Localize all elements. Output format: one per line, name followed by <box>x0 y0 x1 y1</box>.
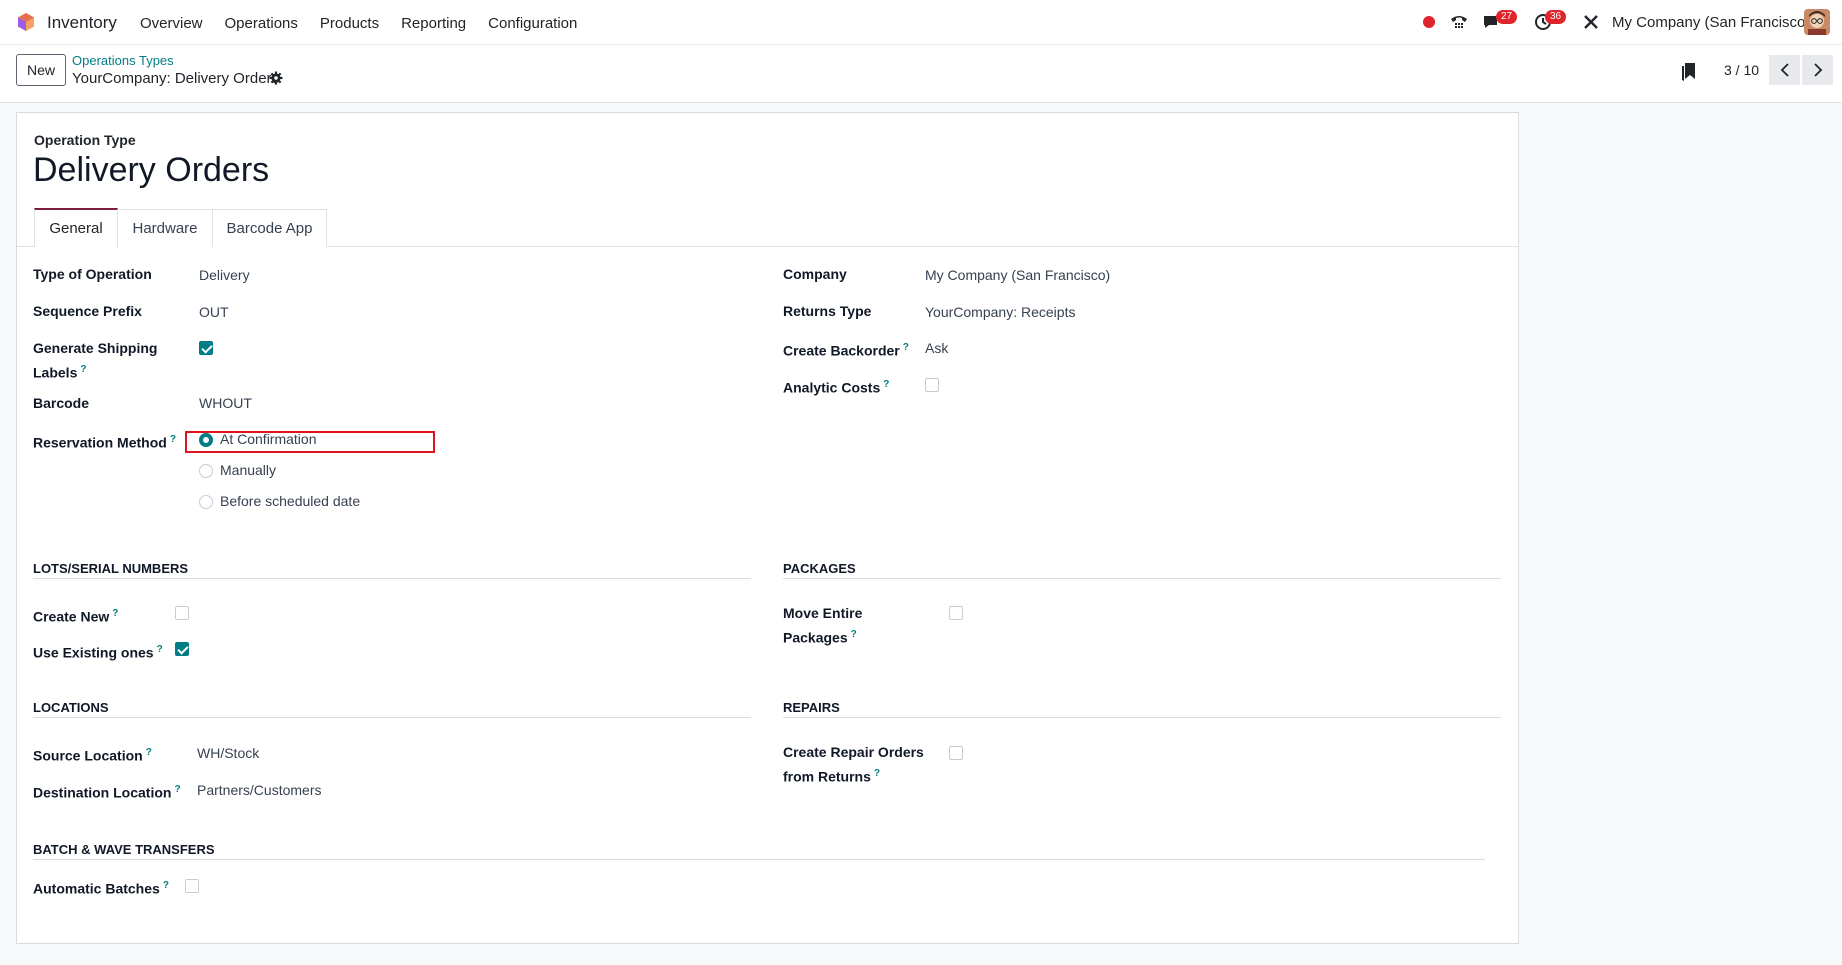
generate-shipping-labels-checkbox[interactable] <box>199 341 213 355</box>
reservation-method-label: Reservation Method? <box>33 434 176 451</box>
activities-badge: 36 <box>1545 10 1567 24</box>
help-icon[interactable]: ? <box>903 342 909 353</box>
create-new-label: Create New? <box>33 608 119 625</box>
menu-reporting[interactable]: Reporting <box>401 15 466 32</box>
create-repair-orders-checkbox[interactable] <box>949 746 963 760</box>
section-batch-wave: BATCH & WAVE TRANSFERS <box>33 842 215 857</box>
highlight-annotation <box>185 431 435 453</box>
pager-value[interactable]: 3 / 10 <box>1724 62 1759 78</box>
create-repair-orders-label: Create Repair Orders <box>783 744 924 760</box>
source-location-label: Source Location? <box>33 747 152 764</box>
help-icon[interactable]: ? <box>170 434 176 445</box>
menu-overview[interactable]: Overview <box>140 15 203 32</box>
inventory-app-icon[interactable] <box>16 12 36 32</box>
automatic-batches-checkbox[interactable] <box>185 879 199 893</box>
sequence-prefix-value[interactable]: OUT <box>199 302 229 323</box>
help-icon[interactable]: ? <box>163 880 169 891</box>
create-new-checkbox[interactable] <box>175 606 189 620</box>
company-label: Company <box>783 266 847 282</box>
control-panel: New Operations Types YourCompany: Delive… <box>0 45 1842 103</box>
help-icon[interactable]: ? <box>174 784 180 795</box>
option-before-scheduled-date[interactable]: Before scheduled date <box>220 491 360 512</box>
company-value[interactable]: My Company (San Francisco) <box>925 265 1110 286</box>
help-icon[interactable]: ? <box>851 629 857 640</box>
tab-hardware[interactable]: Hardware <box>117 209 213 247</box>
section-divider <box>783 578 1501 579</box>
breadcrumb-operations-types[interactable]: Operations Types <box>72 53 174 68</box>
analytic-costs-label: Analytic Costs? <box>783 379 890 396</box>
chevron-left-icon <box>1780 63 1789 77</box>
use-existing-label: Use Existing ones? <box>33 644 163 661</box>
help-icon[interactable]: ? <box>112 608 118 619</box>
use-existing-checkbox[interactable] <box>175 642 189 656</box>
tab-general[interactable]: General <box>34 208 118 247</box>
type-of-operation-value[interactable]: Delivery <box>199 265 250 286</box>
generate-shipping-labels-label-2: Labels? <box>33 364 87 381</box>
option-manually[interactable]: Manually <box>220 460 276 481</box>
section-divider <box>33 717 751 718</box>
record-icon[interactable] <box>1422 15 1436 33</box>
section-repairs: REPAIRS <box>783 700 840 715</box>
breadcrumb-current: YourCompany: Delivery Orders <box>72 70 280 87</box>
section-divider <box>33 578 751 579</box>
menu-products[interactable]: Products <box>320 15 379 32</box>
returns-type-value[interactable]: YourCompany: Receipts <box>925 302 1075 323</box>
section-divider <box>33 859 1485 860</box>
tab-barcode-app[interactable]: Barcode App <box>212 209 327 247</box>
move-entire-packages-label: Move Entire <box>783 605 863 621</box>
form-sheet: Operation Type Delivery Orders General H… <box>16 112 1519 944</box>
debug-tools-icon[interactable] <box>1582 13 1600 35</box>
barcode-value[interactable]: WHOUT <box>199 393 252 414</box>
company-switcher[interactable]: My Company (San Francisco) <box>1612 14 1810 31</box>
section-packages: PACKAGES <box>783 561 856 576</box>
move-entire-packages-checkbox[interactable] <box>949 606 963 620</box>
move-entire-packages-label-2: Packages? <box>783 629 857 646</box>
new-button[interactable]: New <box>16 54 66 86</box>
radio-before-scheduled-date[interactable] <box>199 495 213 509</box>
user-avatar[interactable] <box>1804 9 1830 35</box>
form-tabs: General Hardware Barcode App <box>17 208 1518 247</box>
top-navbar: Inventory Overview Operations Products R… <box>0 0 1842 45</box>
help-icon[interactable]: ? <box>874 768 880 779</box>
pager-previous-button[interactable] <box>1769 55 1800 85</box>
destination-location-value[interactable]: Partners/Customers <box>197 780 321 801</box>
destination-location-label: Destination Location? <box>33 784 181 801</box>
returns-type-label: Returns Type <box>783 303 872 319</box>
app-name[interactable]: Inventory <box>47 13 117 33</box>
gear-icon[interactable] <box>269 71 283 85</box>
section-divider <box>783 717 1501 718</box>
messages-badge: 27 <box>1496 10 1518 24</box>
main-menu: Overview Operations Products Reporting C… <box>140 15 599 32</box>
create-repair-orders-label-2: from Returns? <box>783 768 881 785</box>
section-locations: LOCATIONS <box>33 700 109 715</box>
automatic-batches-label: Automatic Batches? <box>33 880 169 897</box>
record-title[interactable]: Delivery Orders <box>33 151 269 190</box>
menu-operations[interactable]: Operations <box>225 15 298 32</box>
help-icon[interactable]: ? <box>883 379 889 390</box>
help-icon[interactable]: ? <box>80 364 86 375</box>
help-icon[interactable]: ? <box>146 747 152 758</box>
create-backorder-value[interactable]: Ask <box>925 338 948 359</box>
chevron-right-icon <box>1813 63 1822 77</box>
type-of-operation-label: Type of Operation <box>33 266 152 282</box>
source-location-value[interactable]: WH/Stock <box>197 743 259 764</box>
bookmark-icon[interactable] <box>1681 62 1697 82</box>
pager-next-button[interactable] <box>1802 55 1833 85</box>
section-lots-serial: LOTS/SERIAL NUMBERS <box>33 561 189 576</box>
generate-shipping-labels-label: Generate Shipping <box>33 340 158 356</box>
barcode-label: Barcode <box>33 395 90 411</box>
phone-icon[interactable] <box>1449 13 1469 35</box>
radio-manually[interactable] <box>199 464 213 478</box>
create-backorder-label: Create Backorder? <box>783 342 909 359</box>
analytic-costs-checkbox[interactable] <box>925 378 939 392</box>
sequence-prefix-label: Sequence Prefix <box>33 303 142 319</box>
menu-configuration[interactable]: Configuration <box>488 15 577 32</box>
operation-type-label: Operation Type <box>34 132 136 148</box>
help-icon[interactable]: ? <box>157 644 163 655</box>
